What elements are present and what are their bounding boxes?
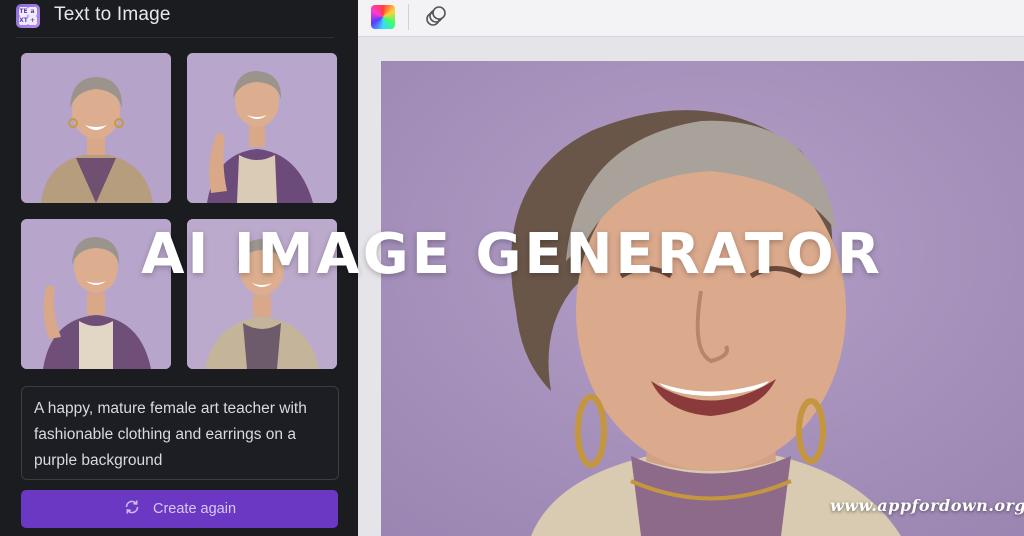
text-to-image-app-icon: TE XT a + <box>16 4 40 28</box>
text-to-image-app: TE XT a + Text to Image A happy, mature … <box>0 0 1024 536</box>
app-icon-cell: + <box>28 16 37 25</box>
refresh-icon <box>123 498 141 520</box>
app-icon-cell: a <box>28 7 37 16</box>
selected-generated-image[interactable] <box>381 61 1024 536</box>
app-icon-cell: XT <box>19 16 28 25</box>
panel-header: TE XT a + Text to Image <box>0 0 358 36</box>
generated-image-2[interactable] <box>187 53 337 203</box>
create-again-button[interactable]: Create again <box>21 490 338 528</box>
generated-image-1[interactable] <box>21 53 171 203</box>
color-picker-icon[interactable] <box>371 5 395 29</box>
panel-title: Text to Image <box>54 4 171 25</box>
watermark: www.appfordown.org <box>830 496 1024 515</box>
editor-toolbar <box>358 0 1024 37</box>
overlay-title: AI IMAGE GENERATOR <box>141 222 883 287</box>
toolbar-separator <box>408 4 409 30</box>
transparency-icon[interactable] <box>424 4 448 28</box>
app-icon-cell: TE <box>19 7 28 16</box>
header-divider <box>16 37 334 38</box>
create-again-label: Create again <box>152 501 237 517</box>
prompt-input[interactable]: A happy, mature female art teacher with … <box>21 386 339 480</box>
